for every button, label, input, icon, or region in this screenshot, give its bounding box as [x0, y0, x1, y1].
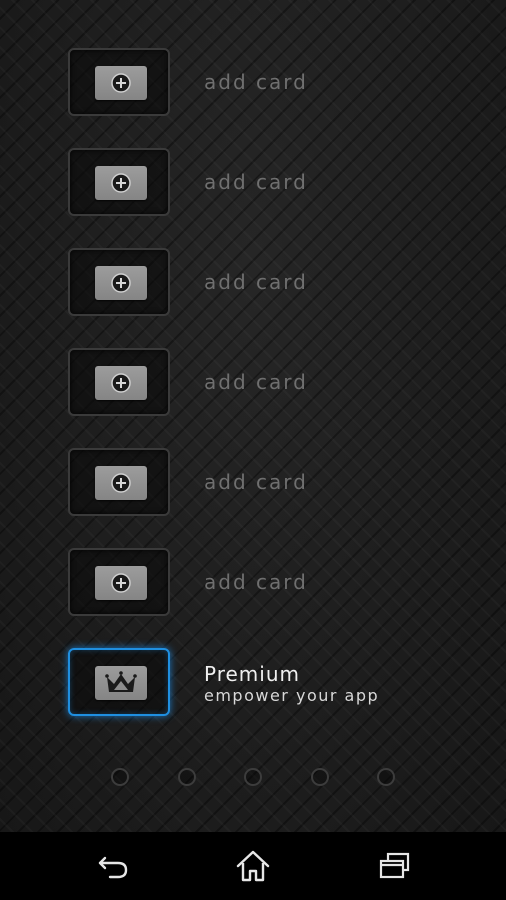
back-icon — [98, 856, 128, 879]
card-plus-icon — [95, 66, 147, 100]
premium-subtitle: empower your app — [204, 686, 380, 705]
card-slot-4[interactable]: add card — [68, 348, 468, 418]
card-slot-label: add card — [204, 70, 308, 94]
card-slot-frame — [68, 48, 170, 116]
card-plus-icon — [95, 566, 147, 600]
card-slot-2[interactable]: add card — [68, 148, 468, 218]
card-slot-frame — [68, 348, 170, 416]
premium-slot[interactable]: Premium empower your app — [68, 648, 468, 718]
card-slot-label: add card — [204, 470, 308, 494]
page-dot-5[interactable] — [377, 768, 395, 786]
card-slot-frame — [68, 448, 170, 516]
card-plus-icon — [95, 466, 147, 500]
card-slot-1[interactable]: add card — [68, 48, 468, 118]
card-slot-frame — [68, 148, 170, 216]
page-dot-1[interactable] — [111, 768, 129, 786]
card-plus-icon — [95, 366, 147, 400]
page-dot-3[interactable] — [244, 768, 262, 786]
home-icon — [236, 850, 270, 882]
back-button[interactable] — [84, 846, 144, 886]
card-plus-icon — [95, 266, 147, 300]
card-slot-3[interactable]: add card — [68, 248, 468, 318]
card-slot-5[interactable]: add card — [68, 448, 468, 518]
recent-apps-button[interactable] — [364, 846, 424, 886]
card-slot-6[interactable]: add card — [68, 548, 468, 618]
card-slot-label: add card — [204, 370, 308, 394]
card-slot-label: add card — [204, 270, 308, 294]
page-indicator — [0, 768, 506, 790]
card-slot-label: add card — [204, 170, 308, 194]
card-slot-frame — [68, 548, 170, 616]
system-nav-bar — [0, 832, 506, 900]
crown-icon — [95, 666, 147, 700]
home-button[interactable] — [223, 846, 283, 886]
premium-slot-frame — [68, 648, 170, 716]
card-slot-frame — [68, 248, 170, 316]
page-dot-2[interactable] — [178, 768, 196, 786]
app-screen: add card add card add card add card add … — [0, 0, 506, 900]
recent-apps-icon — [379, 852, 410, 879]
card-plus-icon — [95, 166, 147, 200]
page-dot-4[interactable] — [311, 768, 329, 786]
premium-title: Premium — [204, 662, 300, 686]
card-slot-label: add card — [204, 570, 308, 594]
